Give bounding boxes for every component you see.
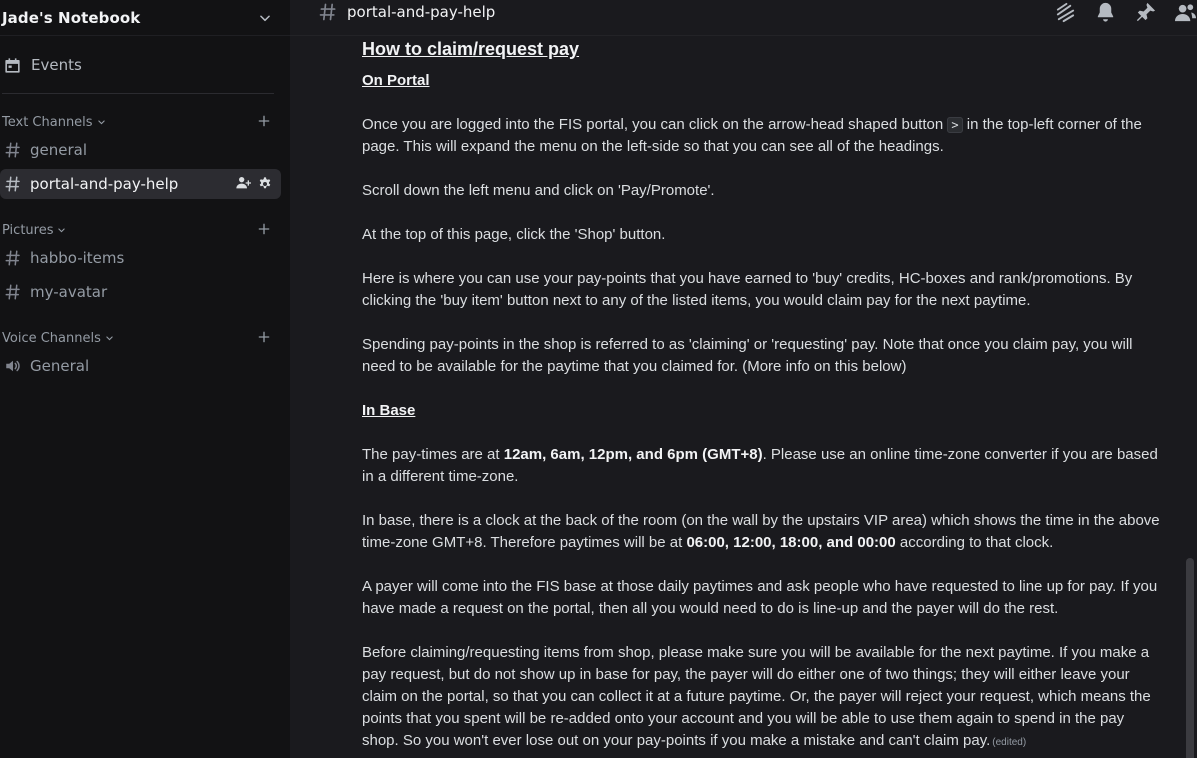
text-span: The pay-times are at [362, 446, 504, 463]
add-member-icon[interactable] [235, 175, 251, 191]
channel-label: portal-and-pay-help [30, 175, 179, 193]
scrollbar-thumb[interactable] [1186, 558, 1194, 758]
message-heading: How to claim/request pay [362, 39, 580, 59]
hash-icon [319, 3, 336, 21]
message-paragraph: Spending pay-points in the shop is refer… [362, 336, 1133, 375]
message-paragraph: Scroll down the left menu and click on '… [362, 182, 715, 199]
channel-label: habbo-items [30, 249, 125, 267]
category-text-channels[interactable]: Text Channels [0, 113, 280, 131]
channel-actions [235, 175, 273, 191]
channel-title: portal-and-pay-help [347, 3, 496, 21]
scrollbar[interactable] [1183, 36, 1197, 758]
sidebar-item-voice-general[interactable]: General [0, 351, 281, 381]
sidebar-divider [2, 93, 274, 94]
hash-icon [5, 284, 20, 300]
category-label: Pictures [2, 222, 54, 238]
message-paragraph: At the top of this page, click the 'Shop… [362, 226, 666, 243]
members-icon[interactable] [1174, 1, 1197, 24]
pin-icon[interactable] [1134, 1, 1157, 24]
message-paragraph: Once you are logged into the FIS portal,… [362, 114, 1162, 158]
message-paragraph: In base, there is a clock at the back of… [362, 510, 1162, 554]
message-paragraph: Before claiming/requesting items from sh… [362, 642, 1162, 754]
bold-text: 06:00, 12:00, 18:00, and 00:00 [686, 534, 896, 551]
text-span: according to that clock. [895, 534, 1054, 551]
server-header[interactable]: Jade's Notebook [0, 0, 290, 36]
events-label: Events [31, 56, 82, 74]
section-heading-portal: On Portal [362, 72, 430, 89]
section-heading-base: In Base [362, 402, 416, 419]
category-label: Voice Channels [2, 330, 101, 346]
header-toolbar [1054, 0, 1197, 24]
chevron-down-icon [260, 14, 270, 21]
message-paragraph: A payer will come into the FIS base at t… [362, 578, 1158, 617]
edited-label: (edited) [992, 737, 1027, 748]
gear-icon[interactable] [257, 175, 273, 191]
add-channel-icon[interactable] [256, 113, 272, 129]
inline-code: > [947, 117, 963, 133]
chevron-down-icon [97, 119, 105, 124]
channel-label: general [30, 141, 88, 159]
category-pictures[interactable]: Pictures [0, 221, 280, 239]
add-channel-icon[interactable] [256, 221, 272, 237]
main-panel: portal-and-pay-help How to claim/request… [290, 0, 1197, 758]
hash-icon [5, 250, 20, 266]
chevron-down-icon [58, 227, 66, 232]
channel-header: portal-and-pay-help [290, 0, 1197, 24]
add-channel-icon[interactable] [256, 329, 272, 345]
message-paragraph: Here is where you can use your pay-point… [362, 270, 1133, 309]
category-label: Text Channels [2, 114, 93, 130]
events-item[interactable]: Events [0, 52, 280, 78]
channel-label: my-avatar [30, 283, 108, 301]
threads-icon[interactable] [1054, 1, 1077, 24]
channel-label: General [30, 357, 90, 375]
server-name: Jade's Notebook [2, 8, 141, 27]
message-paragraph: The pay-times are at 12am, 6am, 12pm, an… [362, 444, 1162, 488]
sidebar-item-portal-and-pay-help[interactable]: portal-and-pay-help [0, 169, 281, 199]
speaker-icon [6, 360, 20, 372]
bold-text: 12am, 6am, 12pm, and 6pm (GMT+8) [503, 446, 763, 463]
text-span: Before claiming/requesting items from sh… [362, 644, 1151, 749]
bell-icon[interactable] [1094, 1, 1117, 24]
message-content: How to claim/request pay On Portal Once … [362, 36, 1162, 754]
hash-icon [5, 142, 20, 158]
channel-sidebar: Jade's Notebook Events Text Channels gen… [0, 0, 290, 758]
sidebar-item-habbo-items[interactable]: habbo-items [0, 243, 281, 273]
text-span: Once you are logged into the FIS portal,… [362, 116, 948, 133]
hash-icon [5, 176, 20, 192]
app-window: Jade's Notebook Events Text Channels gen… [0, 0, 1197, 758]
sidebar-item-general[interactable]: general [0, 135, 281, 165]
calendar-icon [5, 57, 20, 73]
chevron-down-icon [106, 335, 113, 340]
category-voice-channels[interactable]: Voice Channels [0, 329, 280, 347]
sidebar-item-my-avatar[interactable]: my-avatar [0, 277, 281, 307]
